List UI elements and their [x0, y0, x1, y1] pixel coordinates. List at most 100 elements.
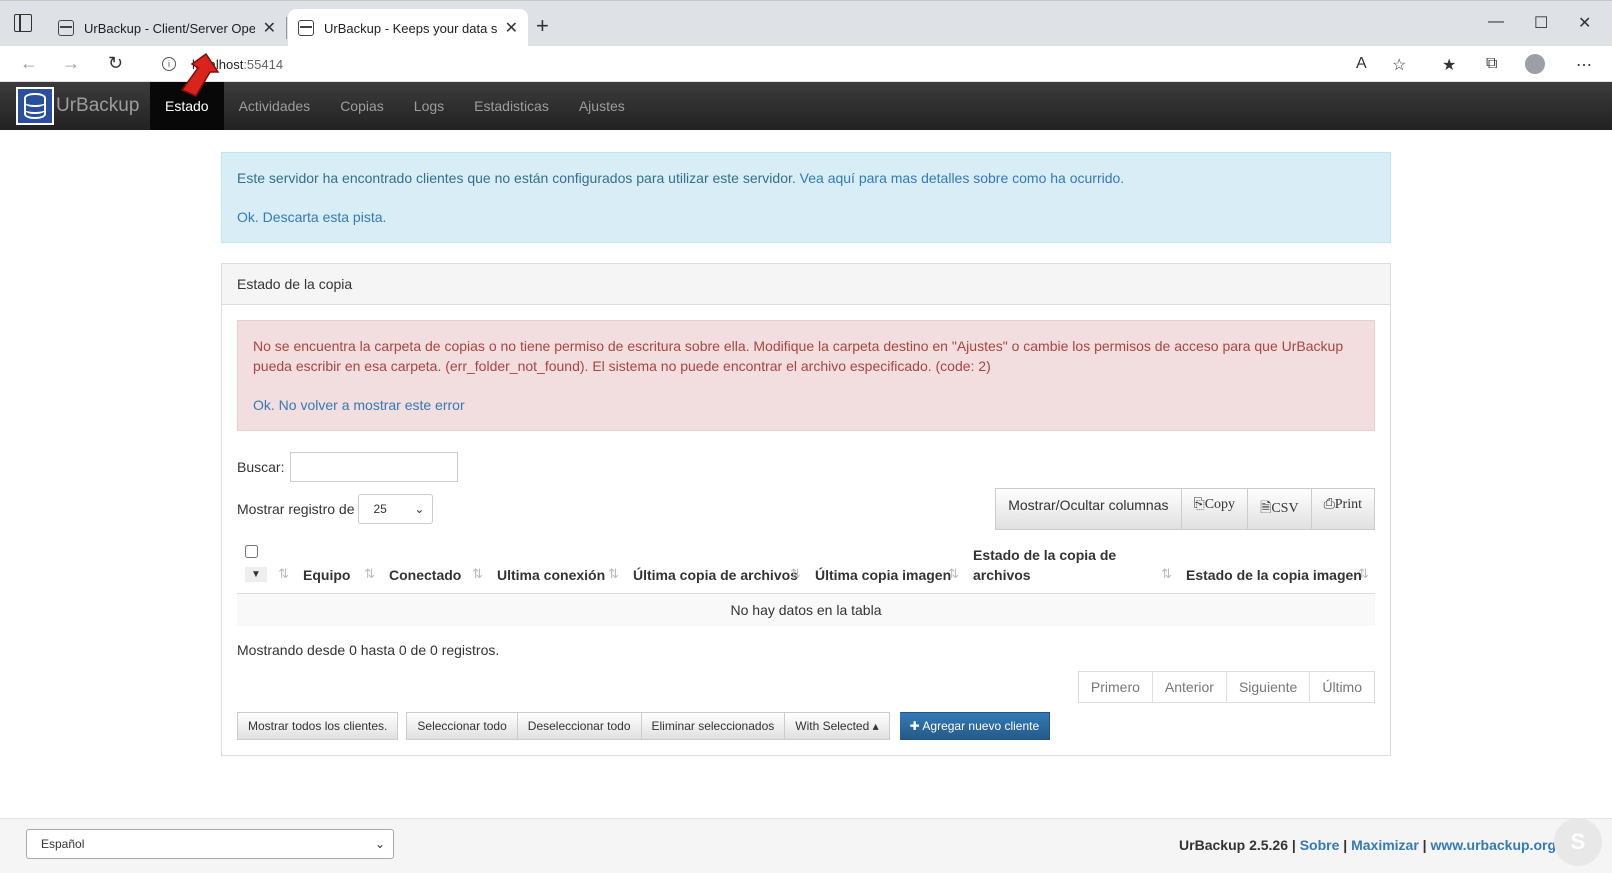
nav-ajustes[interactable]: Ajustes [564, 82, 640, 130]
back-icon[interactable]: ← [20, 53, 38, 74]
pager-first[interactable]: Primero [1077, 671, 1153, 703]
col-conectado[interactable]: Conectado ⇅ [381, 539, 489, 594]
watermark-logo-icon: S [1554, 818, 1602, 866]
address-bar: ← → ↻ i localhost:55414 A ☆ ★ ⧉ ⋯ [0, 46, 1612, 82]
nav-logs[interactable]: Logs [399, 82, 459, 130]
browser-tab-bar: UrBackup - Client/Server Open S ✕ UrBack… [0, 0, 1612, 47]
reload-icon[interactable]: ↻ [108, 53, 123, 74]
sort-icon: ⇅ [948, 566, 959, 581]
annotation-arrow-icon [180, 52, 220, 97]
error-alert-text: No se encuentra la carpeta de copias o n… [253, 338, 1344, 374]
pagination: Primero Anterior Siguiente Último [237, 671, 1375, 703]
pager-next[interactable]: Siguiente [1226, 671, 1311, 703]
chevron-down-icon: ⌄ [374, 837, 385, 851]
sort-icon: ⇅ [1358, 566, 1369, 581]
minimize-icon[interactable]: — [1488, 13, 1504, 31]
with-selected-button[interactable]: With Selected ▴ [785, 712, 890, 740]
bulk-actions: Mostrar todos los clientes. Seleccionar … [237, 712, 1375, 740]
about-link[interactable]: Sobre [1300, 837, 1340, 853]
plus-icon: ✚ [909, 719, 920, 733]
profile-avatar[interactable] [1525, 54, 1545, 74]
csv-button[interactable]: 🗎CSV [1248, 488, 1312, 530]
database-icon [58, 20, 74, 36]
sort-icon: ⇅ [472, 566, 483, 581]
error-alert: No se encuentra la carpeta de copias o n… [237, 320, 1375, 431]
tab-actions-icon[interactable] [14, 14, 32, 32]
toggle-columns-button[interactable]: Mostrar/Ocultar columnas [995, 488, 1182, 530]
search-label: Buscar: [237, 459, 285, 475]
caret-up-icon: ▴ [872, 719, 879, 733]
nav-copias[interactable]: Copias [325, 82, 399, 130]
col-ultima-copia-archivos[interactable]: Última copia de archivos ⇅ [625, 539, 807, 594]
info-alert: Este servidor ha encontrado clientes que… [221, 152, 1391, 243]
urbackup-logo-icon [16, 87, 54, 125]
add-client-button[interactable]: ✚ Agregar nuevo cliente [899, 712, 1051, 740]
main-content: Este servidor ha encontrado clientes que… [221, 152, 1391, 756]
table-info: Mostrando desde 0 hasta 0 de 0 registros… [237, 642, 500, 658]
status-panel: Estado de la copia No se encuentra la ca… [221, 263, 1391, 756]
url-field[interactable]: i localhost:55414 [144, 50, 1384, 78]
col-estado-copia-imagen[interactable]: Estado de la copia imagen ⇅ [1178, 539, 1375, 594]
col-estado-copia-archivos[interactable]: Estado de la copia de archivos ⇅ [965, 539, 1178, 594]
printer-icon: ⎙ [1323, 497, 1335, 512]
database-icon [298, 20, 314, 36]
website-link[interactable]: www.urbackup.org [1431, 837, 1557, 853]
maximize-icon[interactable]: ☐ [1534, 13, 1548, 33]
browser-tab-1[interactable]: UrBackup - Client/Server Open S ✕ [48, 9, 286, 47]
copy-icon: ⎘ [1193, 497, 1205, 512]
table-tools: Mostrar/Ocultar columnas ⎘Copy 🗎CSV ⎙Pri… [995, 488, 1375, 530]
deselect-all-button[interactable]: Deseleccionar todo [517, 712, 642, 740]
new-tab-icon[interactable]: + [536, 13, 549, 39]
pager-last[interactable]: Último [1310, 671, 1375, 703]
search-input[interactable] [290, 452, 459, 482]
length-label: Mostrar registro de [237, 501, 355, 517]
select-column-header: ▼ ⇅ [237, 539, 295, 594]
delete-selected-button[interactable]: Eliminar seleccionados [641, 712, 786, 740]
sort-icon[interactable]: ⇅ [278, 564, 289, 584]
footer-links: UrBackup 2.5.26 | Sobre | Maximizar | ww… [1179, 837, 1556, 853]
error-dismiss-link[interactable]: Ok. No volver a mostrar este error [253, 397, 465, 413]
window-close-icon[interactable]: ✕ [1578, 13, 1591, 33]
sort-icon: ⇅ [1161, 566, 1172, 581]
footer: Español ⌄ UrBackup 2.5.26 | Sobre | Maxi… [0, 818, 1612, 873]
brand[interactable]: UrBackup [0, 82, 150, 130]
maximize-link[interactable]: Maximizar [1351, 837, 1419, 853]
info-dismiss-link[interactable]: Ok. Descarta esta pista. [237, 209, 386, 225]
sort-icon: ⇅ [790, 566, 801, 581]
read-aloud-icon[interactable]: A [1356, 55, 1367, 73]
nav-estadisticas[interactable]: Estadisticas [459, 82, 564, 130]
info-details-link[interactable]: Vea aquí para mas detalles sobre como ha… [800, 170, 1125, 186]
col-ultima-conexion[interactable]: Ultima conexión ⇅ [489, 539, 625, 594]
favorites-icon[interactable]: ★ [1442, 55, 1456, 75]
col-equipo[interactable]: Equipo ⇅ [295, 539, 381, 594]
sort-icon: ⇅ [364, 566, 375, 581]
forward-icon[interactable]: → [62, 53, 80, 74]
collections-icon[interactable]: ⧉ [1486, 55, 1497, 73]
language-value: Español [41, 837, 85, 851]
page-length-value: 25 [373, 502, 387, 516]
tab-separator [286, 17, 287, 39]
tab-title: UrBackup - Client/Server Open S [84, 20, 255, 36]
file-icon: 🗎 [1260, 501, 1272, 516]
sort-icon: ⇅ [608, 566, 619, 581]
print-button[interactable]: ⎙Print [1311, 488, 1375, 530]
select-all-checkbox[interactable] [245, 545, 258, 558]
info-alert-text: Este servidor ha encontrado clientes que… [237, 170, 796, 186]
language-select[interactable]: Español ⌄ [26, 829, 394, 859]
pager-previous[interactable]: Anterior [1152, 671, 1227, 703]
copy-button[interactable]: ⎘Copy [1181, 488, 1249, 530]
close-icon[interactable]: ✕ [263, 18, 276, 38]
caret-down-icon[interactable]: ▼ [245, 567, 267, 582]
nav-actividades[interactable]: Actividades [224, 82, 326, 130]
close-icon[interactable]: ✕ [505, 18, 518, 38]
clients-table: ▼ ⇅ Equipo ⇅ Conectado ⇅ Ultima conexión ⇅ … [237, 539, 1375, 626]
select-all-button[interactable]: Seleccionar todo [406, 712, 518, 740]
col-ultima-copia-imagen[interactable]: Última copia imagen ⇅ [807, 539, 965, 594]
browser-tab-2[interactable]: UrBackup - Keeps your data safe ✕ [288, 9, 528, 47]
panel-title: Estado de la copia [222, 264, 1390, 305]
show-all-clients-button[interactable]: Mostrar todos los clientes. [237, 712, 399, 740]
version-text: UrBackup 2.5.26 [1179, 837, 1288, 853]
add-favorite-icon[interactable]: ☆ [1392, 55, 1406, 75]
more-icon[interactable]: ⋯ [1576, 55, 1592, 75]
page-length-select[interactable]: 25 ⌄ [358, 494, 434, 524]
